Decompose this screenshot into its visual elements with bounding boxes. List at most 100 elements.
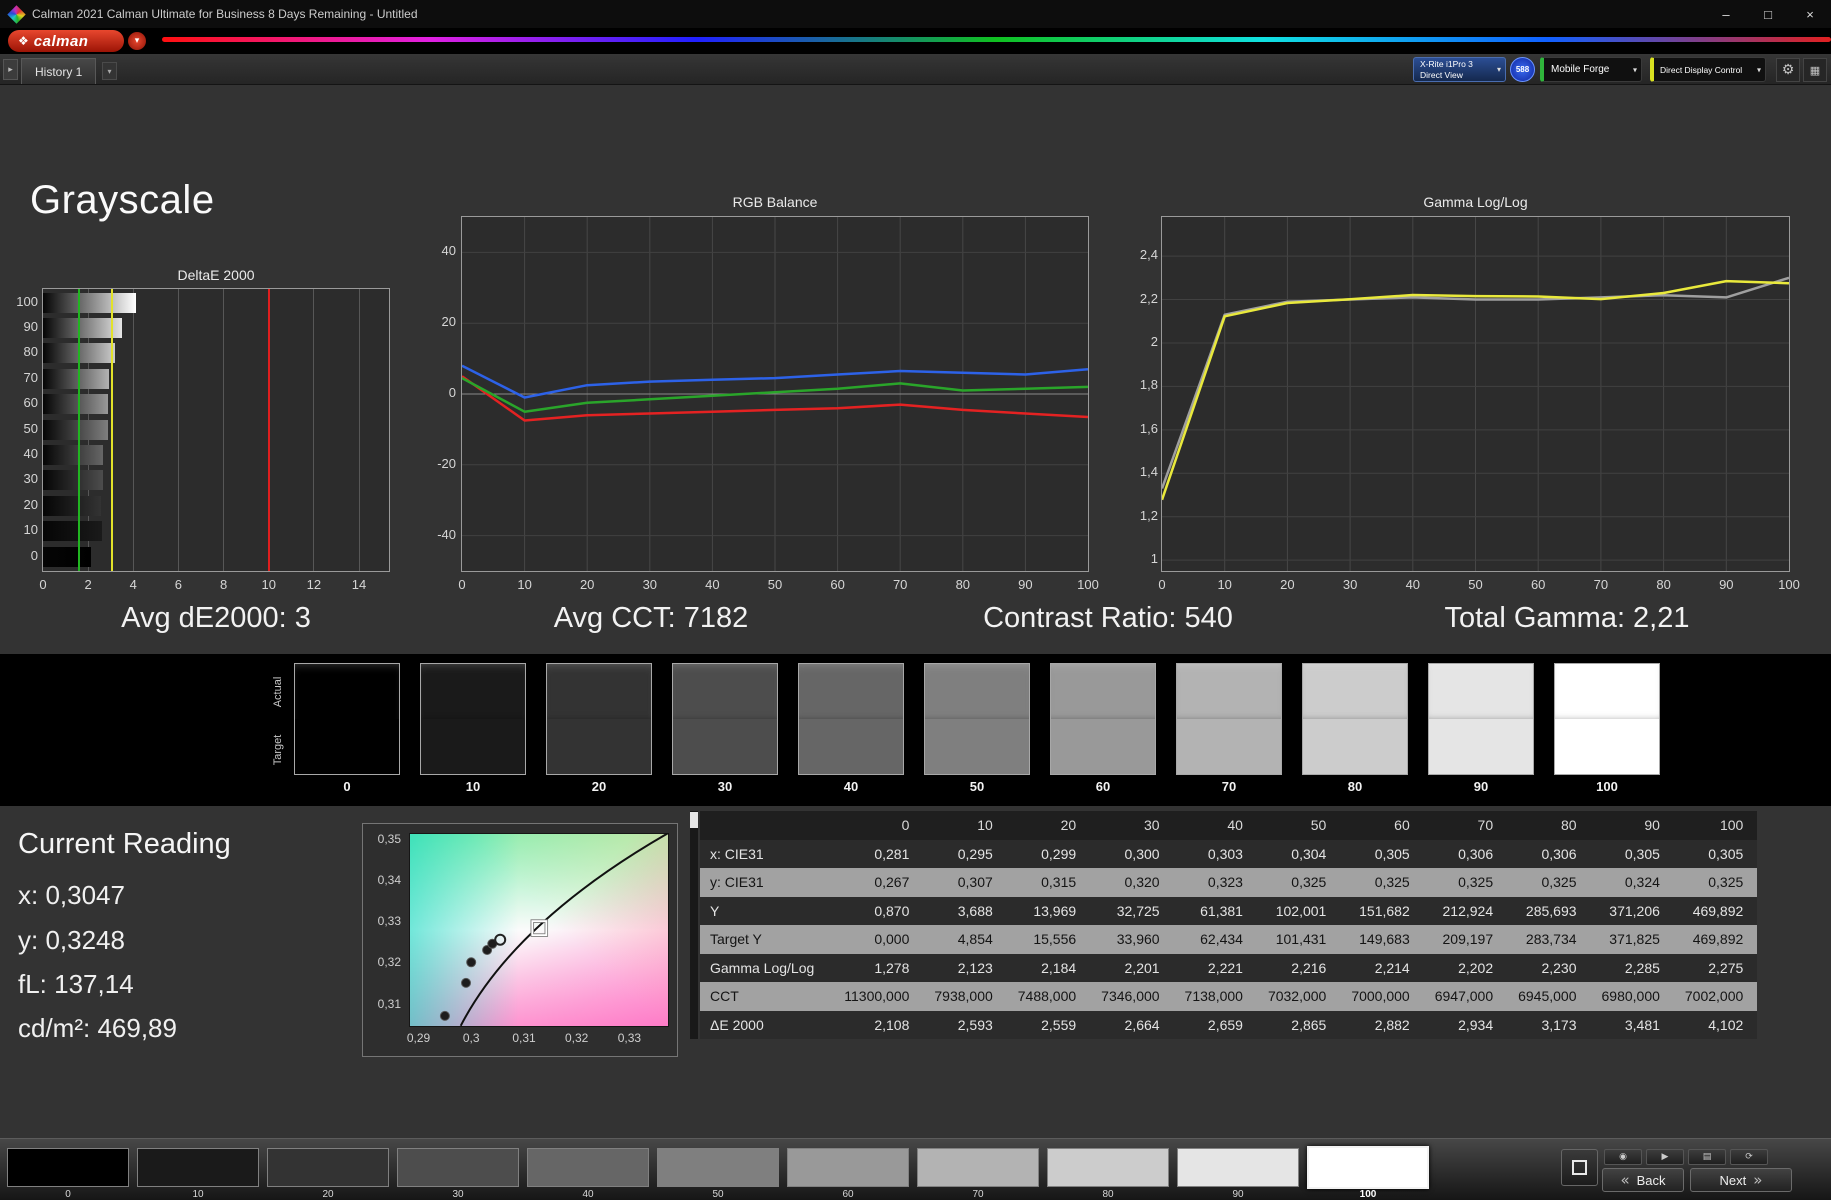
x-tick-label: 60 <box>830 577 845 592</box>
swatch-level-label: 40 <box>843 779 859 794</box>
table-header-cell: 90 <box>1644 817 1660 833</box>
table-cell: 0,295 <box>957 845 993 862</box>
table-header-cell <box>700 811 840 840</box>
reference-line <box>78 289 81 571</box>
table-scrollbar[interactable] <box>690 811 698 1039</box>
table-cell: 2,275 <box>1708 959 1744 976</box>
tab-history[interactable]: History 1 <box>21 58 97 84</box>
minimize-button[interactable]: – <box>1705 0 1747 28</box>
table-cell: 371,825 <box>1609 931 1660 947</box>
pattern-level-button-70[interactable] <box>917 1148 1039 1187</box>
y-tick-label: -20 <box>437 455 456 471</box>
grid-icon: ▦ <box>1809 63 1821 77</box>
pattern-level-button-40[interactable] <box>527 1148 649 1187</box>
table-cell: 2,202 <box>1458 959 1494 976</box>
pattern-level-button-60[interactable] <box>787 1148 909 1187</box>
next-label: Next <box>1719 1172 1747 1188</box>
x-tick-label: 10 <box>1217 577 1232 592</box>
table-cell: 0,325 <box>1374 874 1410 890</box>
loop-button[interactable]: ⟳ <box>1730 1149 1768 1165</box>
y-tick-label: 20 <box>441 314 456 330</box>
pattern-level-button-30[interactable] <box>397 1148 519 1187</box>
y-tick-label: 30 <box>23 471 38 487</box>
meter-dropdown[interactable]: X-Rite i1Pro 3 Direct View ▾ <box>1413 57 1506 82</box>
current-reading-title: Current Reading <box>18 828 231 860</box>
table-cell: 4,854 <box>957 931 993 947</box>
table-cell: 0,305 <box>1708 845 1744 862</box>
deltae-bar-90 <box>43 317 122 338</box>
tab-menu-button[interactable]: ▾ <box>102 62 117 80</box>
y-tick-label: 10 <box>23 522 38 538</box>
next-button[interactable]: Next » <box>1690 1168 1792 1192</box>
table-cell: 11300,000 <box>844 988 910 1004</box>
y-tick-label: 40 <box>441 243 456 259</box>
grayscale-swatch-90 <box>1428 663 1534 775</box>
y-tick-label: 0,33 <box>377 914 401 929</box>
swatch-target <box>673 719 777 774</box>
cie-x-axis: 0,29 0,3 0,31 0,32 0,33 <box>407 1031 669 1047</box>
tab-bar: ▸ History 1 ▾ X-Rite i1Pro 3 Direct View… <box>0 54 1831 85</box>
calman-menu-button[interactable]: ❖ calman <box>8 30 124 52</box>
table-header-cell: 60 <box>1394 817 1410 833</box>
table-cell: 7938,000 <box>934 988 993 1004</box>
chevrons-left-icon: « <box>1620 1171 1630 1189</box>
gamma-x-axis: 0 10 20 30 40 50 60 70 80 90 100 <box>1158 577 1799 595</box>
table-row-label: Gamma Log/Log <box>710 959 815 976</box>
table-cell: 0,000 <box>874 931 910 947</box>
pattern-level-button-80[interactable] <box>1047 1148 1169 1187</box>
x-tick-label: 20 <box>579 577 595 592</box>
source-dropdown[interactable]: Mobile Forge ▾ <box>1540 57 1642 82</box>
calman-logo-text: calman <box>33 32 89 50</box>
calman-menu-caret[interactable]: ▾ <box>128 32 146 50</box>
pattern-level-button-20[interactable] <box>267 1148 389 1187</box>
y-tick-label: 60 <box>23 395 38 411</box>
table-scrollbar-thumb[interactable] <box>690 812 698 828</box>
chevron-down-icon: ▾ <box>1632 65 1637 74</box>
swatch-target <box>1555 719 1659 774</box>
reading-luminance: cd/m²: 469,89 <box>18 1013 177 1043</box>
deltae-bar-40 <box>43 444 103 465</box>
stat-contrast-ratio: Contrast Ratio: 540 <box>983 602 1233 634</box>
layout-button[interactable]: ▦ <box>1803 58 1827 82</box>
close-button[interactable]: × <box>1789 0 1831 28</box>
back-button[interactable]: « Back <box>1602 1168 1684 1192</box>
pattern-level-button-50[interactable] <box>657 1148 779 1187</box>
pattern-level-button-10[interactable] <box>137 1148 259 1187</box>
settings-button[interactable]: ⚙ <box>1776 58 1800 82</box>
display-control-dropdown[interactable]: Direct Display Control ▾ <box>1650 57 1766 82</box>
table-cell: 62,434 <box>1200 931 1243 947</box>
table-cell: 7032,000 <box>1267 988 1327 1004</box>
pattern-level-button-90[interactable] <box>1177 1148 1299 1187</box>
table-cell: 0,300 <box>1124 845 1160 862</box>
x-tick-label: 40 <box>705 577 720 592</box>
play-icon: ▶ <box>1661 1152 1669 1162</box>
table-cell: 7138,000 <box>1184 988 1243 1004</box>
table-cell: 2,934 <box>1458 1016 1494 1033</box>
deltae-y-axis: 100 90 80 70 60 50 40 30 20 10 0 <box>2 288 38 572</box>
table-cell: 149,683 <box>1359 931 1410 947</box>
pattern-level-button-100[interactable] <box>1307 1146 1429 1189</box>
table-cell: 32,725 <box>1116 902 1160 919</box>
table-cell: 469,892 <box>1692 902 1744 919</box>
y-tick-label: 20 <box>23 496 38 512</box>
report-button[interactable]: ▤ <box>1688 1149 1726 1165</box>
pattern-level-label: 20 <box>322 1189 334 1200</box>
swatch-actual <box>1303 664 1407 719</box>
history-panel-toggle[interactable]: ▸ <box>3 59 18 80</box>
spectrum-bar <box>162 37 1831 42</box>
meter-status-badge[interactable]: 588 <box>1510 57 1535 82</box>
play-button[interactable]: ▶ <box>1646 1149 1684 1165</box>
gamma-y-axis: 2,4 2,2 2 1,8 1,6 1,4 1,2 1 <box>1110 216 1158 572</box>
chevron-down-icon: ▾ <box>134 36 140 46</box>
back-label: Back <box>1636 1172 1666 1188</box>
swatch-level-label: 10 <box>465 779 481 794</box>
pattern-window-button[interactable] <box>1561 1149 1598 1186</box>
y-tick-label: 2,4 <box>1139 247 1158 263</box>
deltae-bar-10 <box>43 521 102 542</box>
maximize-button[interactable]: □ <box>1747 0 1789 28</box>
x-tick-label: 0 <box>458 577 466 592</box>
pattern-level-button-0[interactable] <box>7 1148 129 1187</box>
table-cell: 0,870 <box>874 902 910 919</box>
table-cell: 0,324 <box>1624 874 1660 890</box>
snapshot-button[interactable]: ◉ <box>1604 1149 1642 1165</box>
